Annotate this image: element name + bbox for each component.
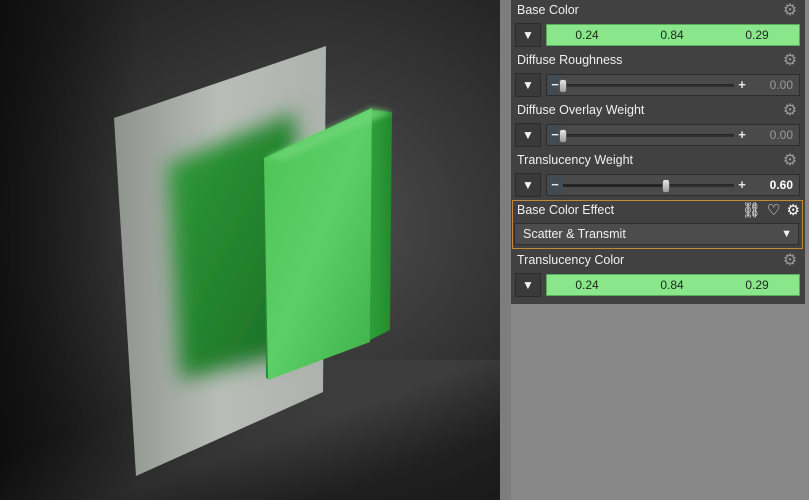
color-red-value[interactable]: 0.24 xyxy=(557,25,617,45)
base-color-effect-dropdown[interactable]: Scatter & Transmit ▼ xyxy=(514,223,799,245)
color-blue-value[interactable]: 0.29 xyxy=(727,25,787,45)
gear-icon[interactable]: ⚙ xyxy=(787,202,800,219)
gear-icon[interactable]: ⚙ xyxy=(781,152,799,170)
property-title: Base Color xyxy=(517,3,579,17)
property-title: Translucency Weight xyxy=(517,153,634,167)
heart-icon[interactable]: ♡ xyxy=(767,202,780,219)
color-green-value[interactable]: 0.84 xyxy=(642,275,702,295)
translucency-weight-slider[interactable]: − + 0.60 xyxy=(546,174,800,196)
gear-icon[interactable]: ⚙ xyxy=(781,2,799,20)
property-base-color: Base Color ⚙ ▼ 0.24 0.84 0.29 xyxy=(511,0,805,50)
surface-properties-panel: Base Color ⚙ ▼ 0.24 0.84 0.29 Diffuse Ro… xyxy=(511,0,805,304)
property-title: Translucency Color xyxy=(517,253,625,267)
slab-side xyxy=(370,110,392,340)
property-header: Base Color ⚙ xyxy=(514,2,802,20)
slider-value[interactable]: 0.00 xyxy=(745,75,793,95)
gear-icon[interactable]: ⚙ xyxy=(781,252,799,270)
slider-thumb[interactable] xyxy=(661,179,670,193)
color-green-value[interactable]: 0.84 xyxy=(642,25,702,45)
gear-icon[interactable]: ⚙ xyxy=(781,52,799,70)
property-diffuse-overlay-weight: Diffuse Overlay Weight ⚙ ▼ − + 0.00 xyxy=(511,100,805,150)
slider-thumb[interactable] xyxy=(559,79,567,93)
property-translucency-color: Translucency Color ⚙ ▼ 0.24 0.84 0.29 xyxy=(511,250,805,300)
property-menu-button[interactable]: ▼ xyxy=(515,123,541,147)
slider-value[interactable]: 0.60 xyxy=(745,175,793,195)
property-header: Base Color Effect ⛓ ♡ ⚙ xyxy=(514,202,802,220)
base-color-field[interactable]: 0.24 0.84 0.29 xyxy=(546,24,800,46)
property-diffuse-roughness: Diffuse Roughness ⚙ ▼ − + 0.00 xyxy=(511,50,805,100)
property-menu-button[interactable]: ▼ xyxy=(515,273,541,297)
property-header: Translucency Color ⚙ xyxy=(514,252,802,270)
slider-track[interactable] xyxy=(563,179,734,193)
viewport-render[interactable] xyxy=(0,0,500,500)
slider-track[interactable] xyxy=(559,79,734,93)
diffuse-roughness-slider[interactable]: − + 0.00 xyxy=(546,74,800,96)
property-title: Diffuse Roughness xyxy=(517,53,623,67)
property-menu-button[interactable]: ▼ xyxy=(515,73,541,97)
property-title: Diffuse Overlay Weight xyxy=(517,103,645,117)
gear-icon[interactable]: ⚙ xyxy=(781,102,799,120)
property-menu-button[interactable]: ▼ xyxy=(515,23,541,47)
property-header: Diffuse Overlay Weight ⚙ xyxy=(514,102,802,120)
property-translucency-weight: Translucency Weight ⚙ ▼ − + 0.60 xyxy=(511,150,805,200)
dropdown-selected-value: Scatter & Transmit xyxy=(523,227,626,241)
decrement-button[interactable]: − xyxy=(550,175,560,195)
slider-thumb[interactable] xyxy=(559,129,567,143)
property-header: Translucency Weight ⚙ xyxy=(514,152,802,170)
diffuse-overlay-weight-slider[interactable]: − + 0.00 xyxy=(546,124,800,146)
chevron-down-icon[interactable]: ▼ xyxy=(781,224,792,244)
property-title: Base Color Effect xyxy=(517,203,615,217)
color-red-value[interactable]: 0.24 xyxy=(557,275,617,295)
translucency-color-field[interactable]: 0.24 0.84 0.29 xyxy=(546,274,800,296)
color-blue-value[interactable]: 0.29 xyxy=(727,275,787,295)
slider-track[interactable] xyxy=(559,129,734,143)
property-header: Diffuse Roughness ⚙ xyxy=(514,52,802,70)
slider-value[interactable]: 0.00 xyxy=(745,125,793,145)
property-menu-button[interactable]: ▼ xyxy=(515,173,541,197)
link-icon[interactable]: ⛓ xyxy=(742,202,761,219)
panel-gap xyxy=(500,0,511,500)
scene-render xyxy=(114,46,392,476)
